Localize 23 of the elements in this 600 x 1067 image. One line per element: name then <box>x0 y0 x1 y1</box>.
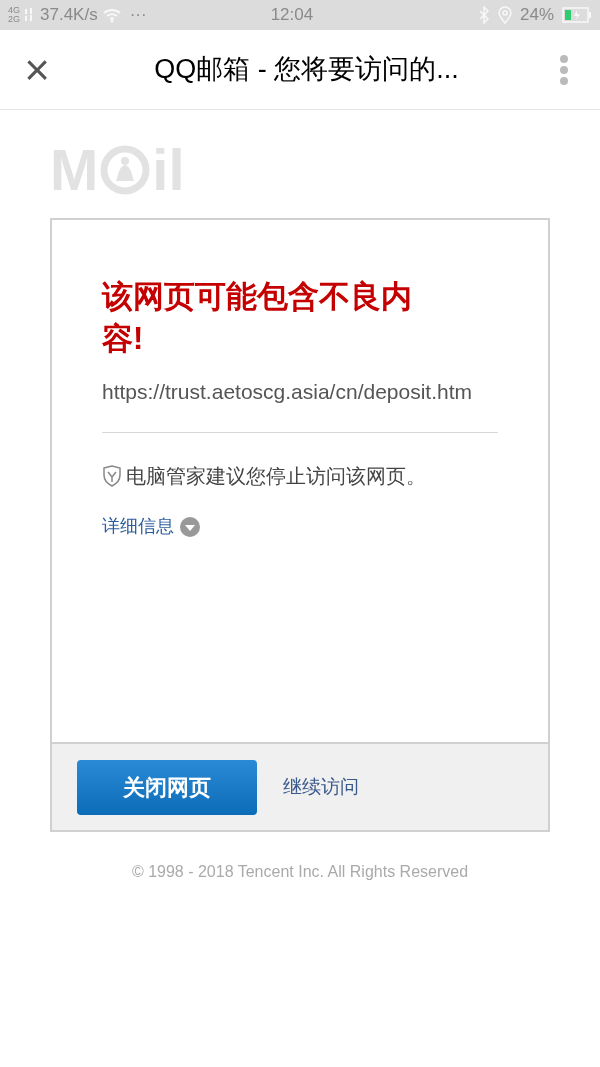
network-label: 2G <box>8 15 20 24</box>
clock: 12:04 <box>270 4 314 27</box>
shield-icon <box>102 465 122 487</box>
details-link[interactable]: 详细信息 <box>102 513 174 540</box>
network-speed: 37.4K/s <box>40 4 98 27</box>
battery-icon <box>562 7 592 23</box>
battery-percent: 24% <box>519 4 554 27</box>
network-label: 4G <box>8 6 20 15</box>
close-button[interactable]: × <box>0 47 74 92</box>
url-text: https://trust.aetoscg.asia/cn/deposit.htm <box>102 379 474 405</box>
bell-logo-icon <box>100 145 151 195</box>
copyright-text: © 1998 - 2018 Tencent Inc. All Rights Reserved <box>130 862 470 882</box>
expand-icon[interactable] <box>180 516 200 537</box>
continue-link[interactable]: 继续访问 <box>283 772 359 802</box>
page-title: QQ邮箱 - 您将要访问的... <box>153 53 460 87</box>
warning-title: 该网页可能包含不良内容! <box>102 278 413 358</box>
bluetooth-icon <box>477 6 490 24</box>
more-indicator: ··· <box>129 4 147 27</box>
close-page-button[interactable]: 关闭网页 <box>77 759 257 815</box>
wifi-icon <box>101 7 122 23</box>
location-icon <box>497 6 512 24</box>
advice-text: 电脑管家建议您停止访问该网页。 <box>126 464 426 489</box>
menu-icon[interactable] <box>559 54 569 85</box>
